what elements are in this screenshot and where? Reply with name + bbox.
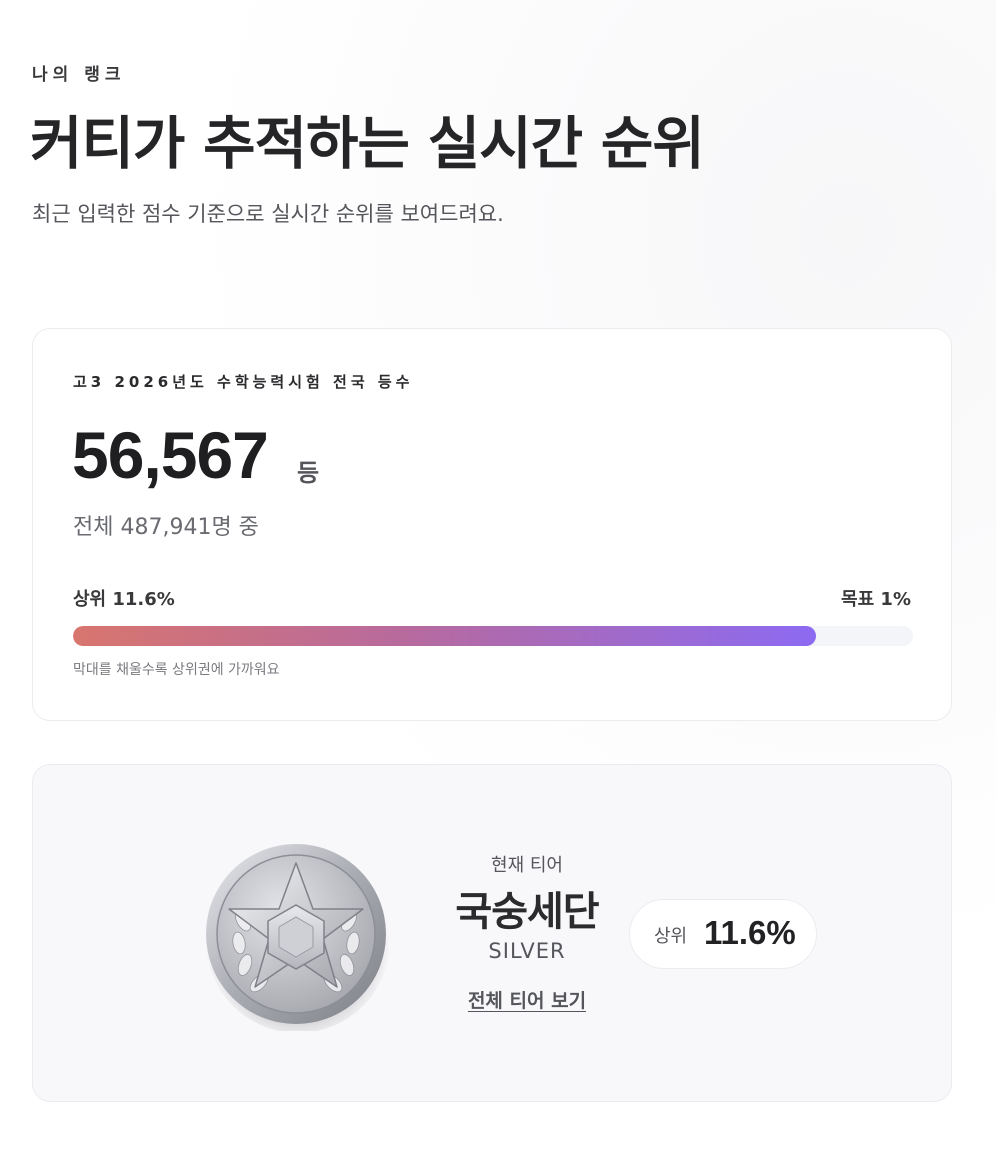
progress-goal-label: 목표 1% (841, 589, 911, 610)
progress-bar (73, 626, 913, 646)
page-title: 커티가 추적하는 실시간 순위 (30, 111, 705, 177)
progress-fill (73, 626, 817, 646)
silver-medal-icon (206, 844, 390, 1031)
rank-unit: 등 (297, 459, 320, 487)
percentile-badge: 상위 11.6% (629, 899, 817, 969)
tier-card: 현재 티어 국숭세단 SILVER 전체 티어 보기 상위 11.6% (32, 764, 952, 1102)
progress-hint: 막대를 채울수록 상위권에 가까워요 (73, 662, 280, 678)
page: 나의 랭크 커티가 추적하는 실시간 순위 최근 입력한 점수 기준으로 실시간… (0, 0, 996, 1166)
rank-card: 고3 2026년도 수학능력시험 전국 등수 56,567 등 전체 487,9… (32, 328, 952, 721)
percentile-value: 11.6% (704, 914, 796, 951)
exam-label: 고3 2026년도 수학능력시험 전국 등수 (73, 373, 414, 391)
page-subtitle: 최근 입력한 점수 기준으로 실시간 순위를 보여드려요. (32, 202, 504, 226)
percentile-label: 상위 (654, 926, 688, 947)
total-participants: 전체 487,941명 중 (73, 515, 259, 540)
rank-value: 56,567 (72, 418, 269, 492)
section-eyebrow: 나의 랭크 (32, 65, 126, 85)
progress-current-label: 상위 11.6% (73, 589, 175, 610)
